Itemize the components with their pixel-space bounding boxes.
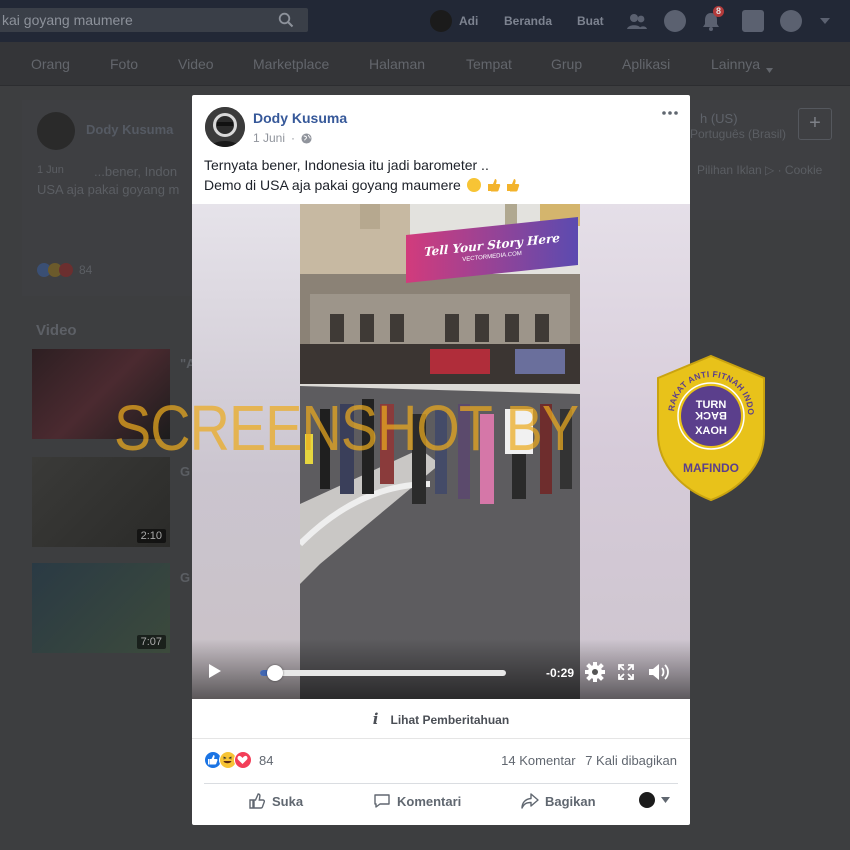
home-label: Beranda (504, 14, 553, 28)
like-button[interactable]: Suka (248, 792, 303, 810)
account-menu-chevron-icon[interactable] (820, 0, 830, 42)
footer-links[interactable]: Pilihan Iklan ▷ · Cookie (697, 163, 822, 177)
tab-photos[interactable]: Foto (110, 56, 138, 72)
progress-handle[interactable] (266, 665, 283, 681)
language-option[interactable]: Português (Brasil) (690, 127, 786, 141)
info-icon: i (372, 710, 379, 728)
svg-text:MAFINDO: MAFINDO (683, 461, 739, 475)
tab-videos[interactable]: Video (178, 56, 214, 72)
profile-name: Adi (459, 14, 479, 28)
video-title[interactable]: G (180, 464, 190, 479)
create-label: Buat (577, 14, 604, 28)
home-link[interactable]: Beranda (504, 0, 552, 42)
video-controls: -0:29 (192, 639, 690, 699)
background-avatar (37, 112, 75, 150)
post-text-line-2: Demo di USA aja pakai goyang maumere (204, 177, 461, 193)
search-input[interactable]: kai goyang maumere (0, 8, 308, 32)
search-icon[interactable] (278, 12, 294, 28)
time-remaining: -0:29 (546, 666, 575, 680)
like-label: Suka (272, 793, 304, 809)
reaction-count: 84 (259, 752, 274, 768)
background-reaction-count: 84 (79, 263, 93, 277)
tab-people[interactable]: Orang (31, 56, 70, 72)
video-duration: 7:07 (136, 635, 166, 649)
video-thumbnail[interactable]: 2:10 (32, 457, 170, 547)
notice-label: Lihat Pemberitahuan (390, 713, 510, 727)
tab-more-chevron-icon (766, 60, 773, 76)
screenshot-watermark: SCREENSHOT BY (114, 392, 579, 464)
background-text-1: ...bener, Indon (94, 164, 178, 179)
quick-help-icon[interactable] (742, 0, 764, 42)
video-title[interactable]: G (180, 570, 190, 585)
messenger-icon[interactable] (664, 0, 686, 42)
more-options-icon[interactable] (660, 105, 680, 121)
tab-pages[interactable]: Halaman (369, 56, 425, 72)
background-author: Dody Kusuma (86, 122, 174, 137)
comment-button[interactable]: Komentari (373, 792, 461, 810)
volume-icon[interactable] (648, 663, 670, 681)
friends-icon[interactable] (626, 0, 648, 42)
thumbs-up-icon (249, 793, 266, 809)
progress-bar[interactable] (260, 665, 506, 681)
love-reaction-icon (234, 751, 252, 769)
chevron-down-icon (661, 797, 670, 803)
post-meta: 1 Juni · (253, 131, 312, 145)
user-avatar (430, 10, 452, 32)
share-button[interactable]: Bagikan (521, 792, 596, 810)
user-avatar (639, 792, 655, 808)
post-text: Ternyata bener, Indonesia itu jadi barom… (204, 155, 520, 195)
video-thumbnail[interactable]: 7:07 (32, 563, 170, 653)
background-reactions: 84 (37, 263, 92, 277)
share-count-link[interactable]: 7 Kali dibagikan (585, 753, 677, 768)
comment-icon (374, 794, 390, 808)
tab-marketplace[interactable]: Marketplace (253, 56, 329, 72)
fullscreen-icon[interactable] (618, 664, 634, 680)
search-value: kai goyang maumere (2, 12, 133, 28)
post-date[interactable]: 1 Juni (253, 131, 285, 145)
see-notice-button[interactable]: i Lihat Pemberitahuan (192, 699, 690, 739)
svg-text:BACK: BACK (695, 409, 727, 421)
turnbackhoax-badge-logo: MASYARAKAT ANTI FITNAH INDONESIA TURN BA… (648, 344, 770, 502)
tab-more[interactable]: Lainnya (711, 56, 760, 72)
language-current[interactable]: h (US) (700, 111, 738, 126)
globe-icon (301, 132, 312, 144)
comment-count-link[interactable]: 14 Komentar (501, 753, 575, 768)
settings-gear-icon[interactable] (584, 661, 606, 683)
search-filter-tabs: Orang Foto Video Marketplace Halaman Tem… (0, 42, 850, 86)
create-link[interactable]: Buat (577, 0, 604, 42)
laughing-emoji-icon (466, 178, 481, 192)
notifications-icon[interactable]: 8 (700, 0, 725, 42)
background-date: 1 Jun (37, 164, 64, 176)
top-bar: kai goyang maumere Adi Beranda Buat 8 (0, 0, 850, 42)
tab-groups[interactable]: Grup (551, 56, 582, 72)
share-icon (521, 793, 539, 809)
post-as-selector[interactable] (639, 792, 670, 808)
add-language-button[interactable]: + (798, 108, 832, 140)
share-label: Bagikan (545, 793, 596, 809)
notification-badge: 8 (713, 6, 725, 17)
video-section-title: Video (36, 322, 77, 339)
thumbs-up-emoji-icon (487, 177, 501, 192)
tab-places[interactable]: Tempat (466, 56, 512, 72)
post-author[interactable]: Dody Kusuma (253, 110, 347, 126)
post-text-line-1: Ternyata bener, Indonesia itu jadi barom… (204, 157, 489, 173)
svg-text:HOAX: HOAX (694, 425, 726, 437)
reaction-summary[interactable]: 84 (204, 751, 273, 769)
engagement-counts: 14 Komentar 7 Kali dibagikan (501, 753, 677, 768)
play-icon[interactable] (208, 663, 222, 679)
comment-label: Komentari (397, 793, 462, 809)
author-avatar[interactable] (205, 107, 245, 147)
background-text-2: USA aja pakai goyang m (37, 182, 180, 197)
help-icon[interactable] (780, 0, 802, 42)
thumbs-up-emoji-icon (506, 177, 520, 192)
tab-apps[interactable]: Aplikasi (622, 56, 670, 72)
video-duration: 2:10 (136, 529, 166, 543)
divider (204, 783, 678, 784)
profile-link[interactable]: Adi (430, 0, 478, 42)
